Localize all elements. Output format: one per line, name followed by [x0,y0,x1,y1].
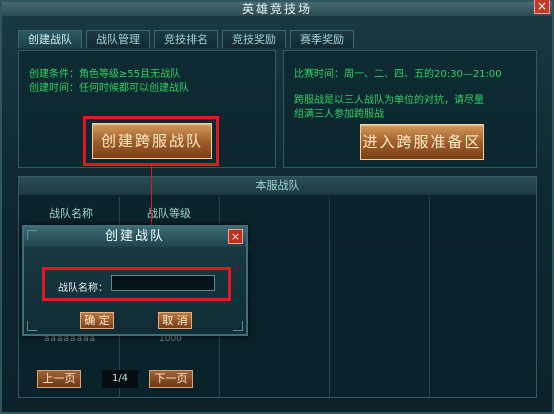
tab-create-team[interactable]: 创建战队 [18,30,82,48]
tab-team-manage[interactable]: 战队管理 [86,30,150,48]
input-highlight [42,267,231,301]
rule-text-line2: 组满三人参加跨服战 [294,109,384,120]
create-condition-text: 创建条件：角色等级≥55且无战队 [29,69,181,80]
dialog-close-icon[interactable]: × [228,229,243,244]
list-title: 本服战队 [19,177,536,195]
create-button-highlight [83,116,219,166]
rule-text-line1: 跨服战是以三人战队为单位的对抗，请尽量 [294,95,484,106]
dialog-title: 创建战队 [24,227,246,247]
window-close-icon[interactable]: × [534,0,550,14]
tab-season-rewards[interactable]: 赛季奖励 [290,30,354,48]
corner-ornament [233,321,243,331]
tab-bar: 创建战队 战队管理 竞技排名 竞技奖励 赛季奖励 [18,30,354,48]
column-separator [429,197,430,397]
create-time-text: 创建时间：任何时候都可以创建战队 [29,83,189,94]
prev-page-button[interactable]: 上一页 [37,370,81,388]
create-team-dialog: 创建战队 × 战队名称： 确 定 取 消 [22,225,248,336]
tab-ranking[interactable]: 竞技排名 [154,30,218,48]
column-header-team-name: 战队名称 [49,207,93,220]
confirm-button[interactable]: 确 定 [80,312,114,329]
column-header-team-level: 战队等级 [147,207,191,220]
next-page-button[interactable]: 下一页 [149,370,193,388]
match-schedule-text: 比赛时间：周一、二、四、五的20:30—21:00 [294,69,502,80]
column-separator [329,197,330,397]
page-indicator: 1/4 [102,370,138,388]
enter-prep-area-button[interactable]: 进入跨服准备区 [360,124,484,160]
corner-ornament [27,230,37,240]
corner-ornament [27,321,37,331]
window-title: 英雄竞技场 [2,2,552,16]
cancel-button[interactable]: 取 消 [158,312,192,329]
tab-arena-rewards[interactable]: 竞技奖励 [222,30,286,48]
